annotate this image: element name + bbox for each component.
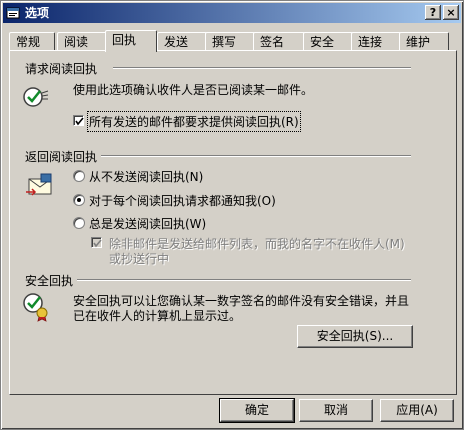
tab-send[interactable]: 发送 — [157, 32, 207, 50]
tab-compose[interactable]: 撰写 — [205, 32, 255, 50]
options-dialog: 选项 ? × 常规 阅读 回执 发送 撰写 签名 安全 连接 维护 请求阅读回执… — [0, 0, 464, 430]
tab-strip: 常规 阅读 回执 发送 撰写 签名 安全 连接 维护 — [9, 30, 457, 52]
tab-maintenance[interactable]: 维护 — [399, 32, 449, 50]
cancel-button[interactable]: 取消 — [299, 399, 373, 422]
window-title: 选项 — [25, 6, 50, 20]
tab-signatures[interactable]: 签名 — [253, 32, 305, 50]
tab-receipts[interactable]: 回执 — [105, 30, 157, 52]
tab-security[interactable]: 安全 — [303, 32, 353, 50]
title-bar[interactable]: 选项 ? × — [3, 3, 461, 23]
tab-general[interactable]: 常规 — [9, 32, 55, 50]
tab-read[interactable]: 阅读 — [57, 32, 107, 50]
apply-button[interactable]: 应用(A) — [380, 399, 454, 422]
tab-connection[interactable]: 连接 — [351, 32, 401, 50]
tab-panel — [9, 50, 457, 395]
help-button[interactable]: ? — [425, 5, 441, 20]
close-button[interactable]: × — [443, 5, 459, 20]
options-app-icon — [6, 7, 20, 19]
ok-button[interactable]: 确定 — [219, 398, 295, 423]
